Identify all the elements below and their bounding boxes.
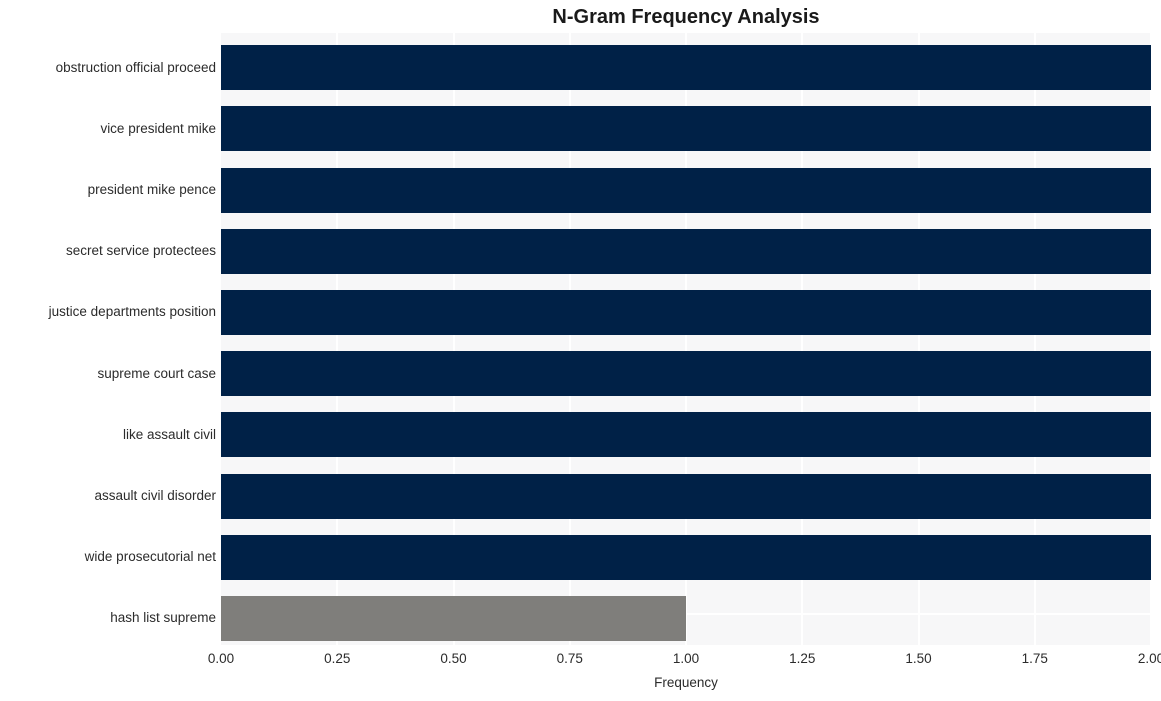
y-tick-label: vice president mike xyxy=(100,120,216,136)
y-tick-label: hash list supreme xyxy=(110,610,216,626)
bar xyxy=(221,228,1151,274)
x-tick-label: 0.50 xyxy=(440,651,467,666)
bar xyxy=(221,473,1151,519)
plot-area xyxy=(221,33,1151,645)
bar xyxy=(221,106,1151,152)
y-tick-label: secret service protectees xyxy=(65,243,216,259)
bar xyxy=(221,351,1151,397)
bar xyxy=(221,167,1151,213)
x-tick-label: 1.00 xyxy=(672,651,700,666)
bar xyxy=(221,534,1151,580)
y-tick-label: obstruction official proceed xyxy=(55,59,216,75)
x-tick-label: 1.25 xyxy=(789,651,816,666)
x-axis-tick-labels: 0.00 0.25 0.50 0.75 1.00 1.25 1.50 1.75 2.00 xyxy=(208,645,1161,671)
bar xyxy=(221,595,686,641)
y-tick-label: wide prosecutorial net xyxy=(84,549,216,565)
y-tick-label: assault civil disorder xyxy=(94,488,216,503)
x-tick-label: 1.75 xyxy=(1021,651,1048,666)
bar xyxy=(221,412,1151,458)
x-tick-label: 0.00 xyxy=(207,651,235,666)
y-tick-label: president mike pence xyxy=(87,182,216,197)
y-axis-tick-labels: obstruction official proceed vice preside… xyxy=(0,33,216,645)
chart-title: N-Gram Frequency Analysis xyxy=(552,6,820,28)
x-axis-title: Frequency xyxy=(654,675,718,690)
y-tick-label: justice departments position xyxy=(48,304,216,320)
bar xyxy=(221,45,1151,91)
y-tick-label: like assault civil xyxy=(122,426,216,442)
x-tick-label: 0.25 xyxy=(324,651,351,666)
x-tick-label: 1.50 xyxy=(905,651,932,666)
bar xyxy=(221,289,1151,335)
x-tick-label: 0.75 xyxy=(556,651,583,666)
chart-figure: N-Gram Frequency Analysis obstruction of… xyxy=(0,0,1161,701)
x-tick-label: 2.00 xyxy=(1137,651,1161,666)
y-tick-label: supreme court case xyxy=(97,365,216,381)
